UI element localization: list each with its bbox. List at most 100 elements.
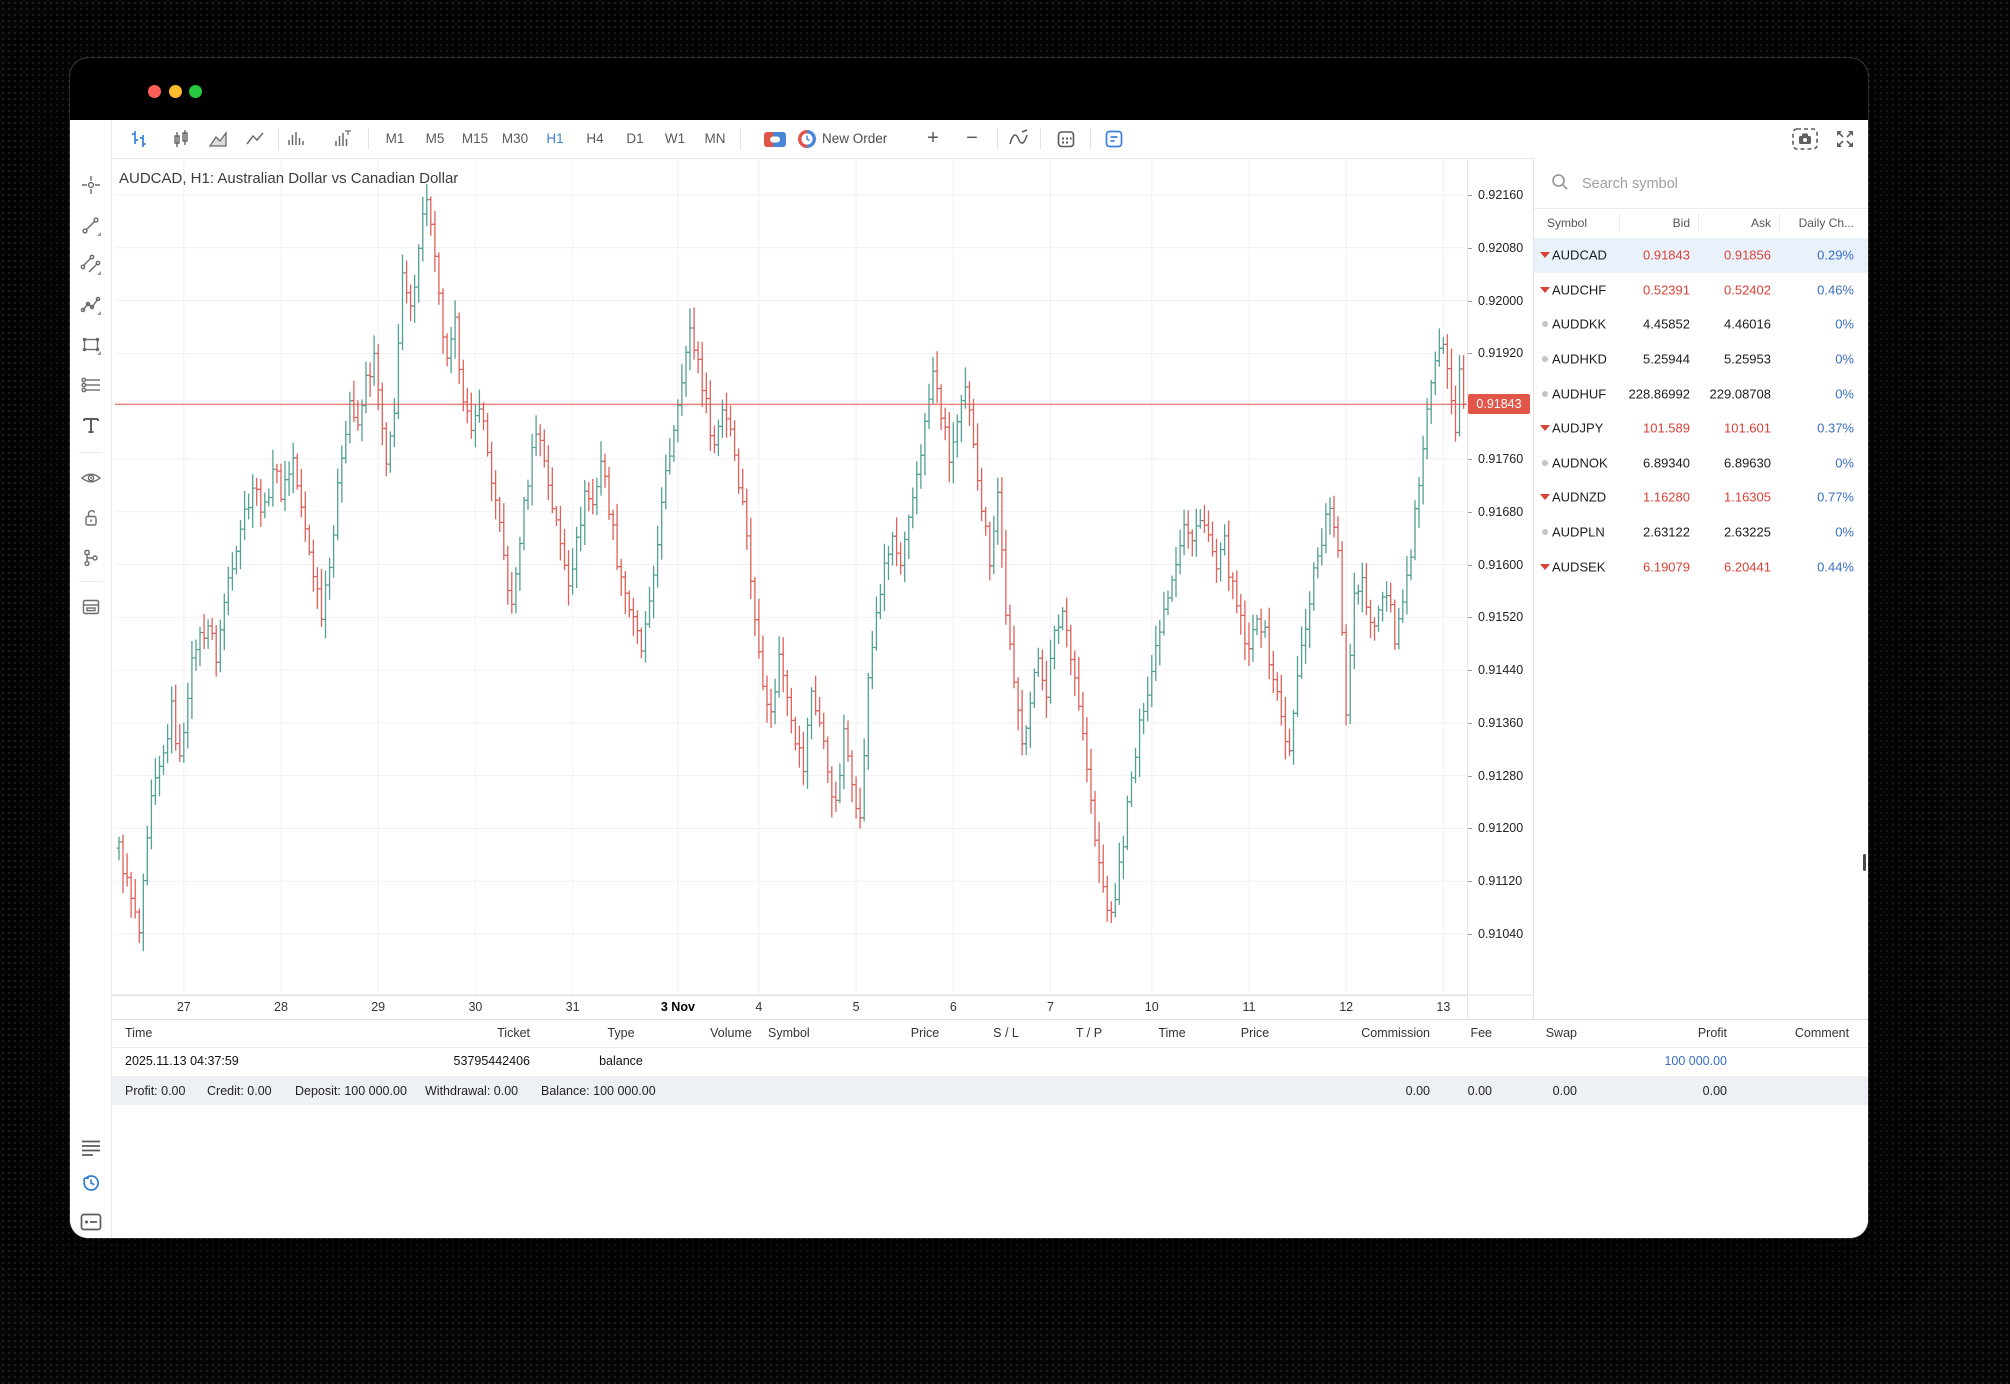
bid-value: 101.589	[1643, 420, 1690, 436]
market-watch-column-symbol[interactable]: Symbol	[1547, 216, 1587, 230]
toolbox-column-header[interactable]: Swap	[1546, 1026, 1577, 1040]
unchanged-dot-icon	[1542, 321, 1548, 328]
market-watch-row-audhuf[interactable]: AUDHUF 228.86992 229.08708 0%	[1534, 376, 1868, 411]
toolbox-column-header[interactable]: S / L	[993, 1026, 1019, 1040]
price-axis-label: 0.91200	[1468, 821, 1523, 835]
toolbox-column-header[interactable]: T / P	[1076, 1026, 1102, 1040]
chart-title: AUDCAD, H1: Australian Dollar vs Canadia…	[119, 170, 459, 187]
text-icon[interactable]	[70, 408, 111, 442]
search-icon	[1552, 174, 1568, 190]
ask-value: 6.89630	[1724, 455, 1771, 471]
crosshair-icon[interactable]	[70, 168, 111, 202]
market-watch-row-audnzd[interactable]: AUDNZD 1.16280 1.16305 0.77%	[1534, 480, 1868, 515]
price-axis[interactable]: 0.92160 0.92080 0.92000 0.91920 0.91760 0.916…	[1467, 158, 1534, 1019]
price-axis-label: 0.91040	[1468, 927, 1523, 941]
unlock-icon[interactable]	[70, 501, 111, 535]
daily-change-value: 0%	[1835, 316, 1854, 332]
price-axis-label: 0.91120	[1468, 874, 1522, 888]
symbol-name: AUDCHF	[1552, 282, 1607, 298]
time-axis-label: 10	[1144, 1000, 1159, 1014]
ask-value: 229.08708	[1709, 386, 1771, 402]
market-watch-row-audchf[interactable]: AUDCHF 0.52391 0.52402 0.46%	[1534, 273, 1868, 308]
symbol-name: AUDJPY	[1552, 420, 1604, 436]
toolbox-column-header[interactable]: Time	[1158, 1026, 1185, 1040]
toolbox-column-header[interactable]: Time	[125, 1026, 152, 1040]
time-axis-label: 12	[1339, 1000, 1354, 1014]
levels-icon[interactable]	[70, 368, 111, 402]
toolbox-column-header[interactable]: Ticket	[497, 1026, 530, 1040]
current-price-badge: 0.91843	[1468, 394, 1530, 414]
toolbox-column-header[interactable]: Symbol	[768, 1026, 810, 1040]
market-watch-column-change[interactable]: Daily Ch...	[1799, 216, 1854, 230]
symbol-name: AUDCAD	[1552, 247, 1607, 263]
toolbox-column-header[interactable]: Price	[1241, 1026, 1269, 1040]
market-watch-row-audhkd[interactable]: AUDHKD 5.25944 5.25953 0%	[1534, 342, 1868, 377]
symbol-name: AUDNOK	[1552, 455, 1608, 471]
market-watch-header: Symbol Bid Ask Daily Ch...	[1534, 208, 1868, 239]
desktop-background: M1 M5 M15 M30 H1 H4 D1 W1 MN New Order + −	[0, 0, 2010, 1384]
toolbox-panel: Time Ticket Type Volume Symbol Price S / L T / …	[111, 1019, 1868, 1238]
price-axis-label: 0.92160	[1468, 188, 1523, 202]
price-axis-label: 0.91520	[1468, 610, 1523, 624]
summary-fee: 0.00	[1467, 1084, 1492, 1098]
eye-icon[interactable]	[70, 461, 111, 495]
unchanged-dot-icon	[1542, 529, 1548, 536]
balance-ticket: 53795442406	[453, 1054, 530, 1068]
toolbox-column-header[interactable]: Comment	[1795, 1026, 1849, 1040]
toolbox-column-header[interactable]: Fee	[1470, 1026, 1492, 1040]
market-watch-row-audpln[interactable]: AUDPLN 2.63122 2.63225 0%	[1534, 515, 1868, 550]
channel-icon[interactable]	[70, 248, 111, 282]
market-watch-row-audnok[interactable]: AUDNOK 6.89340 6.89630 0%	[1534, 446, 1868, 481]
daily-change-value: 0%	[1835, 386, 1854, 402]
daily-change-value: 0.44%	[1817, 559, 1854, 575]
price-axis-label: 0.91760	[1468, 452, 1523, 466]
market-watch-row-auddkk[interactable]: AUDDKK 4.45852 4.46016 0%	[1534, 307, 1868, 342]
summary-deposit: Deposit: 100 000.00	[295, 1084, 407, 1098]
history-icon[interactable]	[70, 1168, 111, 1198]
market-watch-column-bid[interactable]: Bid	[1673, 216, 1690, 230]
bid-value: 2.63122	[1643, 524, 1690, 540]
daily-change-value: 0.29%	[1817, 247, 1854, 263]
time-axis-label: 6	[949, 1000, 957, 1014]
time-axis-label: 27	[176, 1000, 191, 1014]
ask-value: 101.601	[1724, 420, 1771, 436]
daily-change-value: 0%	[1835, 455, 1854, 471]
time-axis[interactable]: 27 28 29 30 31 3 Nov 4 5 6 7 10 11 12 13	[111, 995, 1467, 1020]
price-axis-label: 0.91440	[1468, 663, 1523, 677]
time-axis-label: 11	[1242, 1000, 1256, 1014]
price-axis-label: 0.91680	[1468, 505, 1523, 519]
toolbox-column-header[interactable]: Price	[911, 1026, 939, 1040]
toolbox-column-header[interactable]: Type	[607, 1026, 634, 1040]
market-watch-row-audcad[interactable]: AUDCAD 0.91843 0.91856 0.29%	[1534, 238, 1868, 273]
balance-row[interactable]: 2025.11.13 04:37:59 53795442406 balance …	[111, 1047, 1868, 1077]
search-input[interactable]	[1580, 170, 1834, 198]
summary-profit-total: 0.00	[1702, 1084, 1727, 1098]
trade-list-icon[interactable]	[70, 1133, 111, 1163]
market-watch-row-audjpy[interactable]: AUDJPY 101.589 101.601 0.37%	[1534, 411, 1868, 446]
down-arrow-icon	[1540, 494, 1550, 501]
toolbox-column-header[interactable]: Volume	[710, 1026, 752, 1040]
market-watch-row-audsek[interactable]: AUDSEK 6.19079 6.20441 0.44%	[1534, 549, 1868, 584]
app-window: M1 M5 M15 M30 H1 H4 D1 W1 MN New Order + −	[70, 58, 1868, 1238]
toolbox-column-header[interactable]: Commission	[1361, 1026, 1430, 1040]
symbol-search	[1534, 158, 1868, 209]
window-layout-icon[interactable]	[70, 590, 111, 624]
polyline-icon[interactable]	[70, 288, 111, 322]
price-axis-label: 0.92000	[1468, 294, 1523, 308]
daily-change-value: 0.46%	[1817, 282, 1854, 298]
summary-profit: Profit: 0.00	[125, 1084, 186, 1098]
shapes-icon[interactable]	[70, 328, 111, 362]
market-watch-column-ask[interactable]: Ask	[1751, 216, 1771, 230]
symbol-name: AUDDKK	[1552, 316, 1607, 332]
bid-value: 5.25944	[1643, 351, 1690, 367]
object-tree-icon[interactable]	[70, 541, 111, 575]
price-axis-label: 0.91280	[1468, 769, 1523, 783]
journal-icon[interactable]	[70, 1207, 111, 1237]
trendline-icon[interactable]	[70, 209, 111, 243]
bid-value: 6.89340	[1643, 455, 1690, 471]
toolbox-column-header[interactable]: Profit	[1698, 1026, 1727, 1040]
symbol-name: AUDHUF	[1552, 386, 1607, 402]
scrollbar-thumb[interactable]	[1863, 854, 1866, 871]
unchanged-dot-icon	[1542, 459, 1548, 466]
bid-value: 6.19079	[1643, 559, 1690, 575]
